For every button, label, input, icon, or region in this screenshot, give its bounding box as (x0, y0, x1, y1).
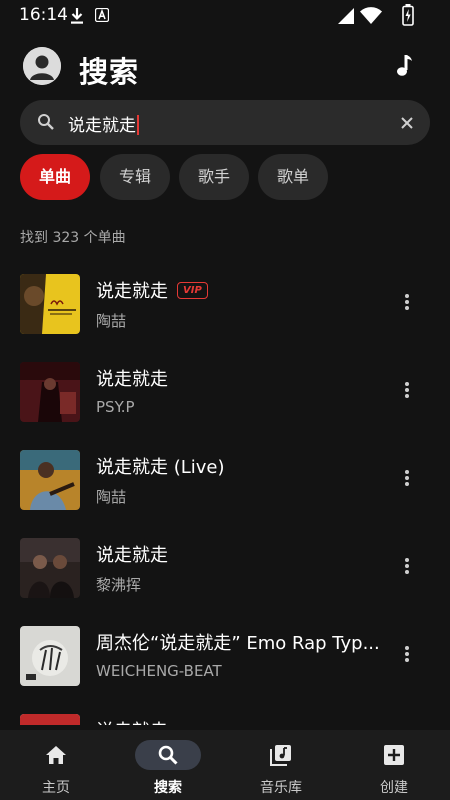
list-item[interactable]: 说走就走 (Live) 陶喆 (0, 434, 450, 522)
search-query: 说走就走 (68, 116, 136, 136)
close-icon (401, 117, 413, 129)
search-icon (38, 114, 54, 130)
more-options-button[interactable] (398, 556, 416, 578)
search-bar[interactable]: 说走就走 (20, 100, 430, 145)
song-artist: WEICHENG-BEAT (96, 662, 222, 680)
battery-icon (402, 4, 414, 26)
album-cover (20, 538, 80, 598)
more-vert-icon (398, 470, 416, 486)
nav-label: 搜索 (154, 780, 182, 796)
more-options-button[interactable] (398, 380, 416, 402)
user-avatar-icon (23, 47, 61, 85)
nav-library[interactable]: 音乐库 (225, 730, 337, 800)
chip-albums[interactable]: 专辑 (100, 154, 170, 200)
album-cover (20, 714, 80, 725)
chip-playlists[interactable]: 歌单 (258, 154, 328, 200)
download-icon (71, 8, 83, 24)
notification-app-icon (95, 8, 109, 22)
more-vert-icon (398, 646, 416, 662)
list-item[interactable]: 周杰伦“说走就走” Emo Rap Typ... WEICHENG-BEAT (0, 610, 450, 698)
song-artist: 陶喆 (96, 312, 127, 330)
wifi-icon (360, 7, 382, 24)
signal-icon (338, 8, 354, 24)
song-title: 说走就走 VIP (96, 277, 208, 303)
text-cursor (137, 115, 139, 135)
chip-artists[interactable]: 歌手 (179, 154, 249, 200)
page-title: 搜索 (79, 55, 140, 89)
song-title: 说走就走 (96, 369, 168, 390)
list-item[interactable]: 说走就走 VIP 陶喆 (0, 258, 450, 346)
song-artist: 黎沸挥 (96, 576, 142, 594)
song-title: 周杰伦“说走就走” Emo Rap Typ... (96, 633, 380, 654)
nav-label: 主页 (42, 780, 70, 796)
search-input[interactable]: 说走就走 (68, 111, 139, 136)
more-options-button[interactable] (398, 644, 416, 666)
vip-badge: VIP (177, 282, 208, 299)
add-box-icon (384, 745, 404, 765)
more-options-button[interactable] (398, 468, 416, 490)
home-icon (46, 746, 66, 764)
status-time: 16:14 (19, 5, 68, 25)
album-cover (20, 274, 80, 334)
results-list: 说走就走 VIP 陶喆 说走就走 PSY.P 说走就走 (Live) 陶喆 说走… (0, 258, 450, 725)
list-item[interactable]: 说走就走 黎沸挥 (0, 522, 450, 610)
chip-songs[interactable]: 单曲 (20, 154, 90, 200)
more-vert-icon (398, 558, 416, 574)
bottom-navigation: 主页 搜索 音乐库 创建 (0, 730, 450, 800)
nav-home[interactable]: 主页 (0, 730, 112, 800)
music-button[interactable] (390, 51, 420, 81)
more-vert-icon (398, 382, 416, 398)
search-icon (158, 745, 178, 765)
more-vert-icon (398, 294, 416, 310)
song-title: 说走就走 (96, 717, 168, 725)
music-note-icon (397, 55, 412, 76)
song-title: 说走就走 (96, 545, 168, 566)
avatar[interactable] (23, 47, 61, 85)
song-title: 说走就走 (Live) (96, 457, 225, 478)
nav-label: 创建 (380, 780, 408, 796)
clear-search-button[interactable] (396, 112, 418, 134)
list-item[interactable]: 说走就走 (0, 698, 450, 725)
top-header: 搜索 (0, 40, 450, 96)
album-cover (20, 362, 80, 422)
list-item[interactable]: 说走就走 PSY.P (0, 346, 450, 434)
song-artist: 陶喆 (96, 488, 127, 506)
more-options-button[interactable] (398, 292, 416, 314)
result-count: 找到 323 个单曲 (20, 230, 126, 246)
nav-label: 音乐库 (260, 780, 302, 796)
nav-search[interactable]: 搜索 (112, 730, 224, 800)
library-icon (270, 745, 291, 766)
song-artist: PSY.P (96, 398, 135, 416)
status-bar: 16:14 (0, 0, 450, 30)
album-cover (20, 450, 80, 510)
nav-create[interactable]: 创建 (338, 730, 450, 800)
album-cover (20, 626, 80, 686)
